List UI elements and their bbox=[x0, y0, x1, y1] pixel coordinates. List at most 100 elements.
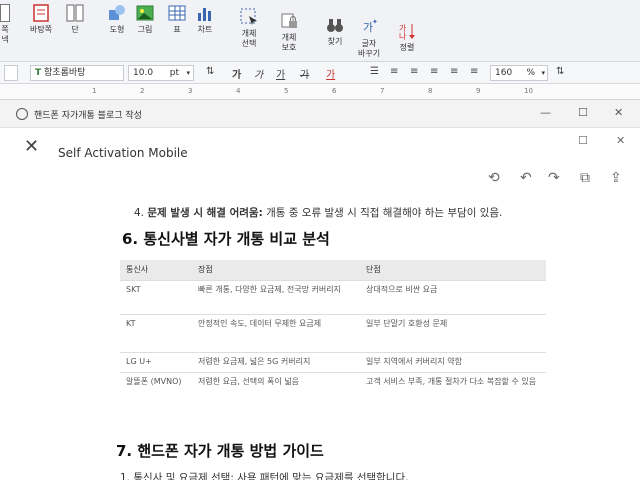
font-name-value: 함초롬바탕 bbox=[44, 68, 86, 78]
list-item-text: 개통 중 오류 발생 시 직접 해결해야 하는 부담이 있음. bbox=[266, 207, 503, 219]
share-icon[interactable]: ⇪ bbox=[610, 170, 622, 186]
app-logo-icon bbox=[16, 108, 28, 120]
lock-icon bbox=[280, 12, 298, 30]
font-size-value: 10.0 bbox=[133, 68, 154, 78]
ribbon-replace-button[interactable]: 가 ✦ 글자 바꾸기 bbox=[358, 18, 380, 59]
font-size-unit: pt bbox=[169, 68, 179, 78]
table-cell: 저렴한 요금, 선택의 폭이 넓음 bbox=[192, 371, 360, 408]
select-object-icon bbox=[240, 8, 258, 26]
ribbon-master-page-button[interactable]: 바탕쪽 bbox=[30, 4, 52, 35]
table-cell: 상대적으로 비싼 요금 bbox=[360, 279, 546, 314]
chevron-down-icon: ▾ bbox=[186, 69, 190, 77]
table-cell: 알뜰폰 (MVNO) bbox=[120, 371, 192, 408]
window-title: 핸드폰 자가개통 블로그 작성 bbox=[34, 111, 142, 121]
document-title: Self Activation Mobile bbox=[58, 146, 188, 160]
style-dropdown[interactable] bbox=[4, 65, 18, 81]
section-heading-6: 6. 통신사별 자가 개통 비교 분석 bbox=[122, 230, 330, 248]
binoculars-icon bbox=[326, 16, 344, 34]
minimize-icon[interactable]: — bbox=[540, 106, 551, 119]
table-row: KT 안정적인 속도, 데이터 무제한 요금제 일부 단말기 호환성 문제 bbox=[120, 313, 546, 352]
section-heading-7: 7. 핸드폰 자가 개통 방법 가이드 bbox=[116, 442, 324, 460]
table-cell: LG U+ bbox=[120, 351, 192, 372]
close-window-icon[interactable]: ✕ bbox=[614, 106, 623, 119]
table-icon bbox=[168, 4, 186, 22]
table-row: LG U+ 저렴한 요금제, 넓은 5G 커버리지 일부 지역에서 커버리지 약… bbox=[120, 351, 546, 372]
table-header-cell: 통신사 bbox=[120, 260, 192, 280]
table-cell: 빠른 개통, 다양한 요금제, 전국망 커버리지 bbox=[192, 279, 360, 314]
table-header-cell: 장점 bbox=[192, 260, 360, 280]
page-icon bbox=[0, 4, 10, 22]
ruler-tick: 4 bbox=[236, 87, 241, 95]
format-toolbar: T 함초롬바탕 10.0 pt ▾ ⇅ 가 가 가 가 가 ☰ ≡ ≡ ≡ ≡ … bbox=[0, 62, 640, 84]
ruler-tick: 9 bbox=[476, 87, 481, 95]
table-row: SKT 빠른 개통, 다양한 요금제, 전국망 커버리지 상대적으로 비싼 요금 bbox=[120, 279, 546, 314]
list-item: 1. 통신사 및 요금제 선택: 사용 패턴에 맞는 요금제를 선택합니다. bbox=[120, 470, 408, 480]
window-titlebar: 핸드폰 자가개통 블로그 작성 — ☐ ✕ bbox=[0, 100, 640, 128]
table-cell: KT bbox=[120, 313, 192, 352]
close-icon[interactable]: ✕ bbox=[24, 136, 39, 157]
list-item: 4. 문제 발생 시 해결 어려움: 개통 중 오류 발생 시 직접 해결해야 … bbox=[134, 205, 502, 220]
maximize-icon[interactable]: ☐ bbox=[578, 106, 588, 119]
table-header-row: 통신사 장점 단점 bbox=[120, 260, 546, 280]
table-cell: 일부 지역에서 커버리지 약함 bbox=[360, 351, 546, 372]
ribbon-select-object-button[interactable]: 개체 선택 bbox=[240, 8, 258, 49]
ribbon-column-button[interactable]: 단 bbox=[66, 4, 84, 35]
ruler-tick: 1 bbox=[92, 87, 97, 95]
ribbon-protect-object-button[interactable]: 개체 보호 bbox=[280, 12, 298, 53]
strikethrough-button[interactable]: 가 bbox=[300, 66, 309, 81]
table-cell: 저렴한 요금제, 넓은 5G 커버리지 bbox=[192, 351, 360, 372]
italic-button[interactable]: 가 bbox=[254, 66, 263, 81]
line-spacing-icon[interactable]: ≡ bbox=[470, 66, 478, 77]
align-left-icon[interactable]: ≡ bbox=[390, 66, 398, 77]
history-icon[interactable]: ⟲ bbox=[488, 170, 500, 186]
list-item-bold: 문제 발생 시 해결 어려움: bbox=[147, 207, 263, 219]
ribbon-find-button[interactable]: 찾기 bbox=[326, 16, 344, 47]
align-distribute-icon[interactable]: ≡ bbox=[450, 66, 458, 77]
close-doc-icon[interactable]: ✕ bbox=[616, 134, 625, 147]
replace-icon: 가 ✦ bbox=[360, 18, 378, 36]
font-size-select[interactable]: 10.0 pt ▾ bbox=[128, 65, 194, 81]
zoom-value: 160 bbox=[495, 68, 513, 78]
zoom-stepper-icon[interactable]: ⇅ bbox=[556, 66, 564, 77]
chart-icon bbox=[196, 4, 214, 22]
svg-text:나: 나 bbox=[399, 32, 407, 40]
restore-icon[interactable]: ☐ bbox=[578, 134, 588, 147]
underline-button[interactable]: 가 bbox=[276, 66, 285, 81]
ruler[interactable]: 1 2 3 4 5 6 7 8 9 10 bbox=[0, 84, 640, 100]
ribbon-chart-button[interactable]: 차트 bbox=[196, 4, 214, 35]
table-cell: SKT bbox=[120, 279, 192, 314]
table-cell: 일부 단말기 호환성 문제 bbox=[360, 313, 546, 352]
bold-button[interactable]: 가 bbox=[232, 66, 241, 81]
ribbon-table-button[interactable]: 표 bbox=[168, 4, 186, 35]
redo-icon[interactable]: ↷ bbox=[548, 170, 560, 186]
sort-icon: 가나 bbox=[398, 22, 416, 41]
zoom-select[interactable]: 160 % ▾ bbox=[490, 65, 548, 81]
font-type-icon: T bbox=[35, 68, 42, 78]
ribbon-page-button[interactable]: 쪽넥 bbox=[0, 4, 10, 45]
ruler-tick: 2 bbox=[140, 87, 145, 95]
font-color-button[interactable]: 가 bbox=[326, 66, 335, 81]
align-justify-icon[interactable]: ☰ bbox=[370, 66, 379, 77]
align-center-icon[interactable]: ≡ bbox=[410, 66, 418, 77]
picture-icon bbox=[136, 4, 154, 22]
ruler-tick: 6 bbox=[332, 87, 337, 95]
ribbon-toolbar: 쪽넥 바탕쪽 단 도형 그림 표 차트 개체 선택 개체 보호 찾기 가 ✦ 글… bbox=[0, 0, 640, 62]
font-name-select[interactable]: T 함초롬바탕 bbox=[30, 65, 124, 81]
master-page-icon bbox=[32, 4, 50, 22]
ribbon-picture-button[interactable]: 그림 bbox=[136, 4, 154, 35]
table-cell: 고객 서비스 부족, 개통 절차가 다소 복잡할 수 있음 bbox=[360, 371, 546, 408]
font-size-stepper-icon[interactable]: ⇅ bbox=[206, 66, 214, 77]
ribbon-sort-button[interactable]: 가나 정렬 bbox=[398, 22, 416, 53]
column-icon bbox=[66, 4, 84, 22]
align-right-icon[interactable]: ≡ bbox=[430, 66, 438, 77]
undo-icon[interactable]: ↶ bbox=[520, 170, 532, 186]
ruler-tick: 3 bbox=[188, 87, 193, 95]
ruler-tick: 5 bbox=[284, 87, 289, 95]
ribbon-shape-button[interactable]: 도형 bbox=[108, 4, 126, 35]
table-cell: 안정적인 속도, 데이터 무제한 요금제 bbox=[192, 313, 360, 352]
ruler-tick: 8 bbox=[428, 87, 433, 95]
copy-icon[interactable]: ⧉ bbox=[580, 170, 590, 186]
list-number: 1. bbox=[120, 472, 131, 480]
comparison-table: 통신사 장점 단점 SKT 빠른 개통, 다양한 요금제, 전국망 커버리지 상… bbox=[120, 260, 546, 408]
list-number: 4. bbox=[134, 207, 145, 219]
